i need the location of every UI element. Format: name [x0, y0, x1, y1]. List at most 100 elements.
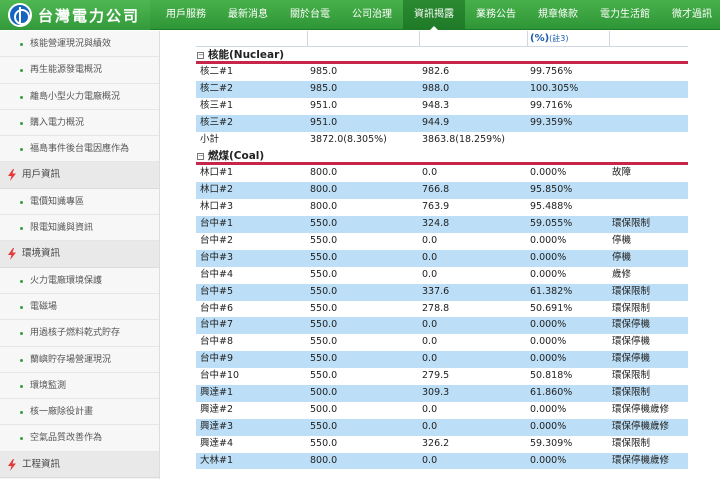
table-cell: 550.0 [310, 420, 338, 432]
table-cell: 766.8 [422, 184, 450, 196]
sidebar-category[interactable]: 工程資訊 [0, 451, 159, 479]
table-row: 核三#1 951.0 948.3 99.716% [196, 97, 688, 115]
table-cell: 0.0 [422, 353, 438, 365]
table-cell: 988.0 [422, 82, 450, 94]
sidebar-item[interactable]: 空氣品質改善作為 [0, 425, 159, 452]
nav-item-5[interactable]: 業務公告 [465, 0, 527, 30]
table-cell: 59.309% [530, 437, 573, 449]
table-cell [610, 64, 688, 81]
table-cell: 95.850% [530, 184, 573, 196]
table-cell: 0.0 [422, 251, 438, 263]
table-cell: 550.0 [310, 218, 338, 230]
table-header-row: (%)(註3) [196, 31, 688, 47]
table-row: 核二#2 985.0 988.0 100.305% [196, 80, 688, 98]
nav-item-6[interactable]: 規章條款 [527, 0, 589, 30]
table-cell: 0.0 [422, 268, 438, 280]
header-ratio-label: (%) [530, 33, 550, 44]
sidebar-item[interactable]: 再生能源發電概況 [0, 57, 159, 84]
sidebar-category[interactable]: 用戶資訊 [0, 162, 159, 189]
sidebar-item[interactable]: 火力電廠環境保護 [0, 267, 159, 294]
sidebar-item[interactable]: 核一廠除役計畫 [0, 399, 159, 426]
sidebar-item[interactable]: 福島事件後台電因應作為 [0, 136, 159, 163]
table-cell: 興達#1 [200, 387, 234, 399]
sidebar-item[interactable]: 蘭嶼貯存場營運現況 [0, 346, 159, 373]
table-cell: 台中#3 [200, 251, 234, 263]
nav-item-0[interactable]: 用戶服務 [155, 0, 217, 30]
table-cell: 982.6 [422, 66, 450, 77]
sidebar-category[interactable]: 環境資訊 [0, 241, 159, 268]
table-row: 台中#1 550.0 324.8 59.055% 環保限制 [196, 216, 688, 234]
table-cell: 550.0 [310, 370, 338, 382]
table-cell: 500.0 [310, 403, 338, 415]
generation-table: (%)(註3) − 核能(Nuclear) 核二#1 985.0 982.6 99.756… [196, 31, 688, 479]
collapse-toggle-icon[interactable]: − [197, 52, 204, 59]
table-cell: 100.305% [530, 82, 579, 94]
sidebar-item[interactable]: 電磁場 [0, 293, 159, 321]
table-cell: 0.0 [422, 167, 438, 179]
table-cell: 0.0 [422, 235, 438, 247]
sidebar-category-label: 工程資訊 [22, 458, 61, 470]
table-cell: 95.488% [530, 201, 573, 213]
table-cell: 550.0 [310, 251, 338, 263]
table-cell: 環保停機 [612, 336, 651, 348]
table-cell: 0.0 [422, 454, 438, 466]
table-cell: 歲修 [612, 268, 632, 280]
section-title: 燃煤(Coal) [208, 150, 265, 163]
table-cell: 林口#1 [200, 167, 234, 179]
sidebar-item[interactable]: 購入電力概況 [0, 109, 159, 137]
site-logo[interactable]: 台灣電力公司 [0, 0, 150, 30]
sidebar-item[interactable]: 電價知識專區 [0, 188, 159, 216]
nav-item-8[interactable]: 微才過訊 [661, 0, 720, 30]
sidebar-item[interactable]: 環境監測 [0, 372, 159, 400]
table-row: 台中#4 550.0 0.0 0.000% 歲修 [196, 266, 688, 284]
sidebar-category-label: 用戶資訊 [22, 169, 61, 181]
header-cell-unit [196, 31, 308, 47]
table-cell: 99.756% [530, 66, 573, 77]
nav-item-7[interactable]: 電力生活館 [589, 0, 661, 30]
collapse-toggle-icon[interactable]: − [197, 153, 204, 161]
table-cell: 停機 [612, 251, 632, 263]
sidebar-item[interactable]: 用過核子燃料乾式貯存 [0, 320, 159, 347]
page-scrollbar[interactable] [700, 31, 720, 479]
nav-item-4[interactable]: 資訊揭露 [403, 0, 465, 30]
table-cell: 台中#6 [200, 302, 234, 314]
table-cell: 0.000% [530, 454, 567, 466]
table-cell: 948.3 [422, 99, 450, 111]
table-cell: 小計 [200, 133, 220, 145]
sidebar-item[interactable]: 離島小型火力電廠概況 [0, 83, 159, 110]
table-cell: 0.000% [530, 167, 567, 179]
table-cell: 278.8 [422, 302, 450, 314]
table-cell: 環保停機 [612, 353, 651, 365]
table-cell: 0.000% [530, 403, 567, 415]
table-cell: 台中#5 [200, 285, 234, 297]
table-cell: 台中#9 [200, 353, 234, 365]
table-cell: 0.000% [530, 353, 567, 365]
table-row: 台中#6 550.0 278.8 50.691% 環保限制 [196, 300, 688, 318]
table-cell: 環保停機 [612, 319, 651, 331]
table-body: − 核能(Nuclear) 核二#1 985.0 982.6 99.756% 核二#2 985… [196, 47, 688, 470]
nav-item-1[interactable]: 最新消息 [217, 0, 279, 30]
table-cell: 550.0 [310, 268, 338, 280]
table-row: 興達#1 500.0 309.3 61.860% 環保限制 [196, 385, 688, 402]
table-cell: 0.0 [422, 420, 438, 432]
nav-item-3[interactable]: 公司治理 [341, 0, 403, 30]
nav-item-2[interactable]: 關於台電 [279, 0, 341, 30]
table-cell: 550.0 [310, 353, 338, 365]
table-cell [610, 182, 688, 199]
table-cell: 61.860% [530, 387, 573, 399]
table-cell: 550.0 [310, 285, 338, 297]
table-cell: 0.000% [530, 336, 567, 348]
table-cell: 台中#2 [200, 235, 234, 247]
table-cell: 0.000% [530, 319, 567, 331]
sidebar-item[interactable]: 核能營運現況與績效 [0, 31, 159, 58]
table-cell: 0.000% [530, 420, 567, 432]
section-header[interactable]: − 核能(Nuclear) [196, 47, 688, 64]
section-header[interactable]: − 燃煤(Coal) [196, 148, 688, 166]
table-cell: 台中#8 [200, 336, 234, 348]
table-cell: 279.5 [422, 370, 450, 382]
table-cell [610, 132, 688, 149]
table-cell: 核二#1 [200, 66, 234, 77]
sidebar-item[interactable]: 限電知識與資訊 [0, 215, 159, 242]
header-note-link[interactable]: (註3) [549, 34, 568, 43]
table-cell: 核三#2 [200, 116, 234, 128]
